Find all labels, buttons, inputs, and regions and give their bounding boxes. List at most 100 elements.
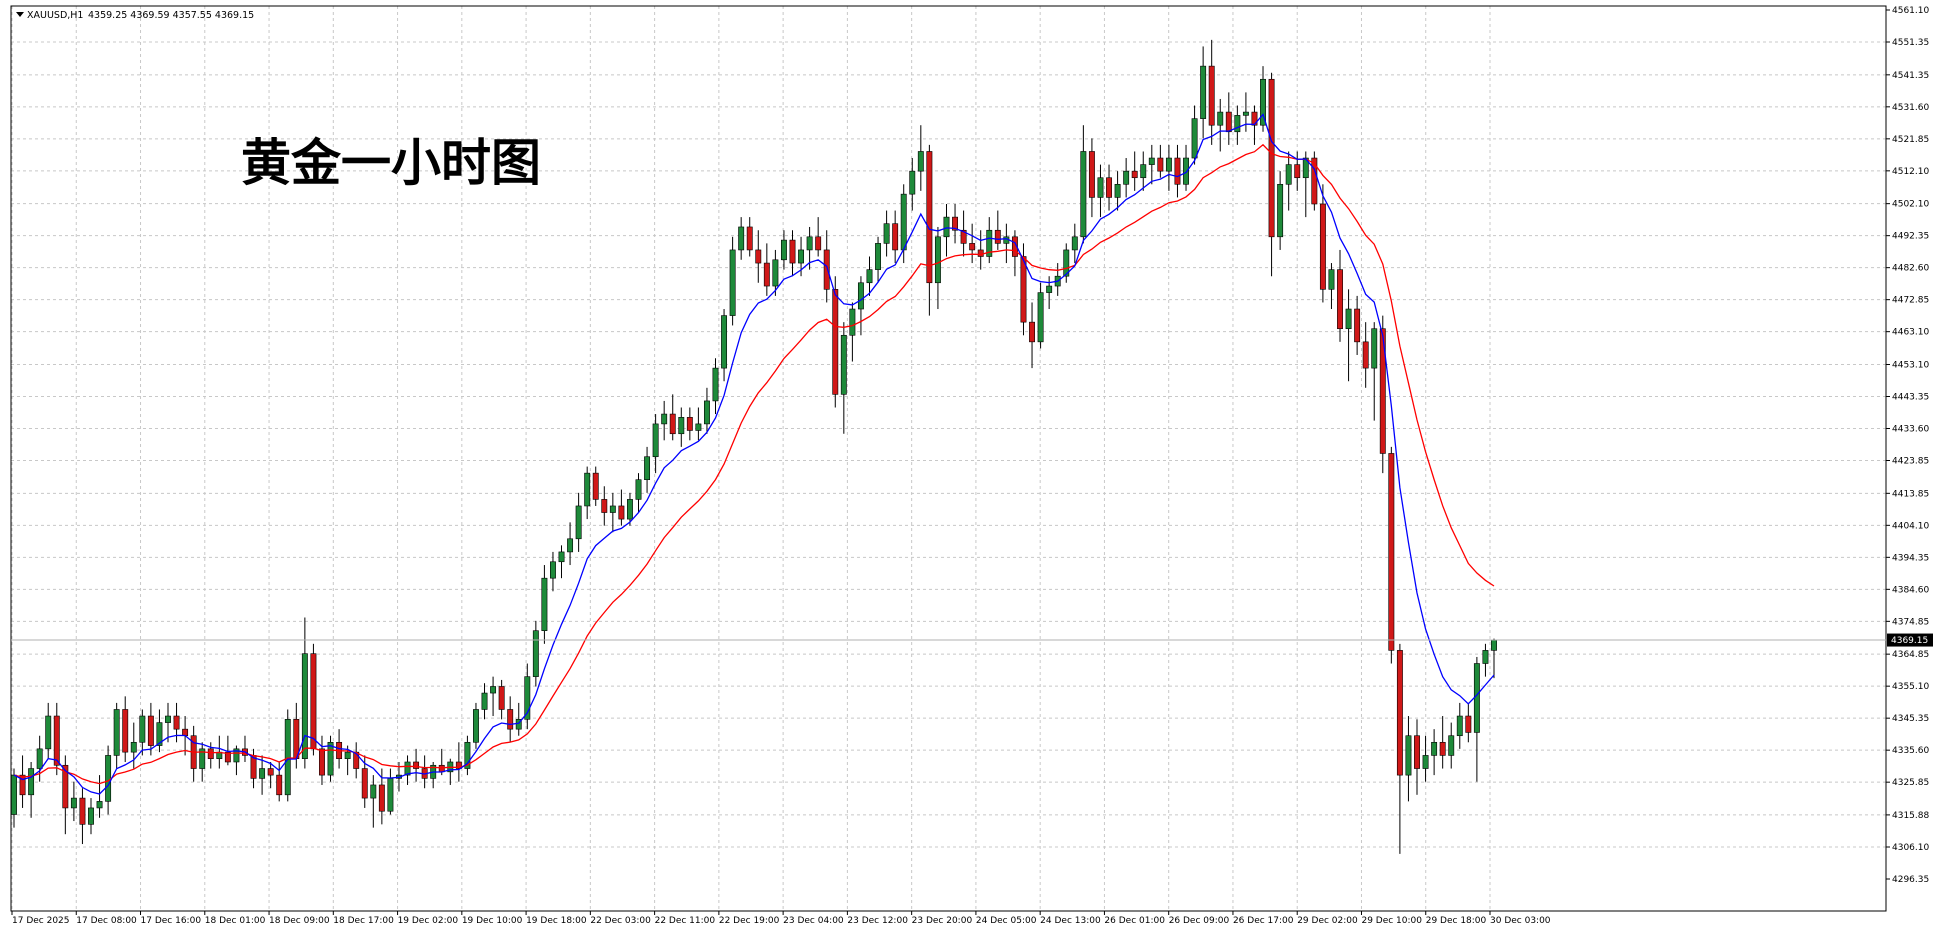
- candle-bear: [618, 505, 625, 520]
- candle-bull: [473, 709, 479, 743]
- x-tick-label: 26 Dec 01:00: [1104, 916, 1165, 926]
- candle-bull: [1114, 183, 1121, 198]
- x-tick-label: 19 Dec 18:00: [526, 916, 587, 926]
- candle-bear: [1294, 164, 1301, 179]
- y-tick-label: 4492.35: [1892, 232, 1929, 242]
- candle-bull: [36, 748, 43, 769]
- candle-bull: [721, 315, 728, 369]
- y-tick-label: 4551.35: [1892, 38, 1929, 48]
- candle-bull: [370, 784, 377, 799]
- candle-bull: [1473, 663, 1480, 733]
- candle-bear: [276, 774, 283, 796]
- candle-bear: [977, 249, 984, 257]
- candle-bull: [678, 417, 685, 435]
- candle-bear: [815, 236, 822, 251]
- y-tick-label: 4315.88: [1892, 811, 1929, 821]
- candle-bull: [1037, 292, 1044, 343]
- candle-bear: [1157, 157, 1164, 172]
- candle-bear: [1311, 157, 1318, 205]
- candle-bull: [644, 456, 651, 481]
- y-tick-label: 4423.85: [1892, 457, 1929, 467]
- candle-bull: [575, 505, 582, 540]
- candle-bull: [1277, 183, 1284, 238]
- candle-bull: [703, 400, 710, 425]
- candle-bear: [1225, 111, 1232, 133]
- candle-bear: [361, 768, 368, 799]
- candle-bear: [378, 784, 385, 812]
- candle-bear: [746, 226, 753, 251]
- y-tick-label: 4561.10: [1892, 6, 1929, 16]
- y-tick-label: 4325.85: [1892, 778, 1929, 788]
- candle-bull: [1165, 157, 1172, 172]
- x-tick-label: 17 Dec 16:00: [141, 916, 202, 926]
- candle-bull: [1431, 741, 1438, 756]
- candle-bull: [584, 472, 591, 507]
- candle-bull: [105, 755, 112, 802]
- candle-bear: [592, 472, 599, 500]
- candle-bull: [1200, 65, 1207, 119]
- candle-bull: [1491, 639, 1497, 651]
- candle-bull: [652, 423, 659, 458]
- candle-bull: [113, 709, 120, 756]
- current-price-label: 4369.15: [1891, 636, 1928, 646]
- candle-bull: [875, 243, 881, 270]
- candle-bear: [310, 653, 317, 750]
- candle-bull: [609, 505, 616, 513]
- candle-bear: [319, 748, 325, 776]
- candle-bull: [165, 715, 171, 723]
- x-tick-label: 29 Dec 10:00: [1361, 916, 1422, 926]
- x-tick-label: 17 Dec 08:00: [76, 916, 137, 926]
- x-tick-label: 18 Dec 09:00: [269, 916, 330, 926]
- candle-bull: [806, 236, 813, 251]
- candle-bull: [780, 239, 787, 261]
- y-tick-label: 4482.60: [1892, 264, 1929, 274]
- candle-bull: [1328, 269, 1335, 290]
- candle-bear: [498, 686, 505, 710]
- candle-bull: [917, 151, 924, 172]
- candle-bear: [601, 499, 608, 513]
- x-tick-label: 29 Dec 18:00: [1426, 916, 1487, 926]
- candle-bull: [70, 797, 77, 809]
- candle-bear: [686, 417, 693, 431]
- candle-bear: [413, 761, 420, 769]
- candle-bear: [994, 229, 1001, 244]
- candle-bull: [866, 269, 873, 284]
- candle-bear: [1354, 308, 1361, 343]
- candle-bull: [45, 715, 52, 750]
- candle-bull: [1456, 715, 1463, 737]
- candle-bull: [1405, 735, 1412, 776]
- candle-bear: [1106, 177, 1112, 198]
- y-tick-label: 4335.60: [1892, 746, 1929, 756]
- candle-bear: [1088, 151, 1095, 198]
- x-tick-label: 17 Dec 2025: [12, 916, 70, 926]
- candle-bull: [883, 223, 890, 244]
- x-tick-label: 23 Dec 20:00: [912, 916, 973, 926]
- candle-bull: [1191, 118, 1198, 159]
- y-tick-label: 4502.10: [1892, 200, 1929, 210]
- x-tick-label: 19 Dec 10:00: [462, 916, 523, 926]
- x-tick-label: 22 Dec 19:00: [719, 916, 780, 926]
- y-tick-label: 4472.85: [1892, 296, 1929, 306]
- candle-bear: [669, 413, 676, 435]
- candle-bull: [635, 479, 642, 500]
- chart-header: XAUUSD,H1 4359.25 4369.59 4357.55 4369.1…: [16, 10, 254, 21]
- ohlc-readout: 4359.25 4369.59 4357.55 4369.15: [88, 10, 254, 21]
- candle-bull: [1217, 111, 1224, 126]
- candle-bull: [139, 715, 146, 743]
- x-tick-label: 26 Dec 17:00: [1233, 916, 1294, 926]
- candle-bull: [1071, 236, 1078, 251]
- candle-bull: [1422, 755, 1429, 769]
- candle-bull: [729, 249, 736, 316]
- candle-bear: [53, 715, 60, 766]
- y-tick-label: 4531.60: [1892, 103, 1929, 113]
- candle-bear: [926, 151, 933, 284]
- candle-bear: [1396, 650, 1403, 776]
- candle-bear: [1319, 203, 1326, 290]
- candle-bull: [1140, 164, 1147, 179]
- y-tick-label: 4433.60: [1892, 424, 1929, 434]
- x-tick-label: 22 Dec 11:00: [655, 916, 716, 926]
- candle-bull: [284, 719, 291, 796]
- candle-bull: [96, 801, 103, 809]
- candle-bull: [1371, 328, 1378, 369]
- price-chart[interactable]: 4561.10 4551.35 4541.35 4531.60 4521.85 4512.…: [0, 0, 1936, 938]
